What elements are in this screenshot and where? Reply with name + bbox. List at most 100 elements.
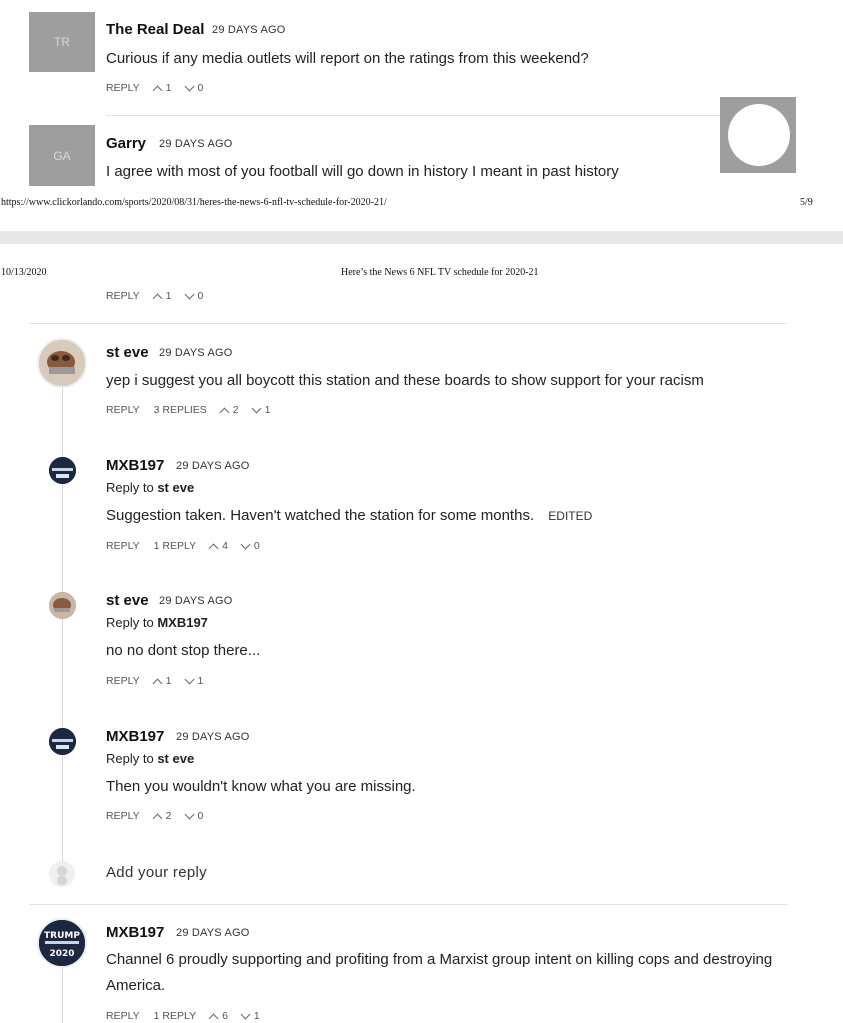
dog-photo-icon: [49, 592, 76, 619]
downvote-button[interactable]: 1: [184, 674, 204, 687]
comment-text: Then you wouldn't know what you are miss…: [106, 778, 416, 795]
user-avatar-placeholder[interactable]: [720, 97, 796, 173]
reply-to: Reply to st eve: [106, 480, 194, 495]
upvote-button[interactable]: 2: [152, 810, 172, 823]
trump-2020-badge-icon: [49, 457, 76, 484]
divider: [29, 323, 788, 324]
chevron-down-icon: [184, 809, 194, 819]
comment-time: 29 DAYS AGO: [212, 24, 286, 36]
comment-author[interactable]: Garry: [106, 135, 146, 152]
avatar-initials: GA: [53, 148, 71, 163]
comment-actions: REPLY 1 0: [106, 289, 204, 303]
downvote-count: 0: [197, 290, 204, 302]
upvote-count: 1: [165, 290, 172, 302]
upvote-count: 6: [222, 1010, 228, 1022]
reply-to-user[interactable]: st eve: [157, 480, 194, 495]
chevron-down-icon: [251, 403, 262, 413]
comment-author[interactable]: MXB197: [106, 457, 164, 474]
avatar[interactable]: TR: [29, 12, 95, 72]
downvote-count: 0: [253, 540, 260, 552]
divider: [29, 904, 788, 905]
comment-time: 29 DAYS AGO: [159, 347, 233, 359]
avatar[interactable]: [49, 728, 76, 755]
upvote-count: 2: [232, 404, 239, 416]
upvote-button[interactable]: 2: [219, 404, 239, 417]
upvote-count: 2: [165, 810, 172, 822]
upvote-button[interactable]: 1: [152, 290, 172, 303]
comment-author[interactable]: MXB197: [106, 924, 164, 941]
comment-time: 29 DAYS AGO: [159, 138, 233, 150]
chevron-up-icon: [219, 407, 230, 417]
downvote-count: 1: [264, 404, 271, 416]
reply-to: Reply to MXB197: [106, 615, 208, 630]
downvote-count: 0: [197, 810, 204, 822]
print-title: Here’s the News 6 NFL TV schedule for 20…: [341, 267, 539, 278]
replies-toggle[interactable]: 1 REPLY: [154, 1010, 196, 1022]
comment-text: yep i suggest you all boycott this stati…: [106, 372, 704, 389]
dog-photo-icon: [39, 340, 85, 386]
add-reply-input[interactable]: Add your reply: [106, 864, 207, 881]
replies-toggle[interactable]: 3 REPLIES: [154, 404, 207, 416]
reply-button[interactable]: REPLY: [106, 404, 140, 416]
downvote-button[interactable]: 1: [240, 1009, 260, 1022]
downvote-button[interactable]: 1: [251, 403, 271, 416]
avatar[interactable]: [37, 338, 87, 388]
downvote-button[interactable]: 0: [184, 81, 204, 94]
chevron-down-icon: [184, 289, 194, 299]
comment-author[interactable]: MXB197: [106, 728, 164, 745]
divider: [106, 115, 788, 116]
comment-time: 29 DAYS AGO: [159, 595, 233, 607]
comment-time: 29 DAYS AGO: [176, 460, 250, 472]
reply-to-user[interactable]: MXB197: [157, 615, 208, 630]
reply-to-prefix: Reply to: [106, 751, 154, 766]
reply-button[interactable]: REPLY: [106, 82, 140, 94]
trump-2020-badge-icon: TRUMP 2020: [39, 920, 85, 966]
comment-actions: REPLY 1 1: [106, 674, 204, 688]
upvote-button[interactable]: 6: [208, 1010, 228, 1023]
upvote-button[interactable]: 1: [152, 675, 172, 688]
downvote-count: 1: [197, 675, 204, 687]
upvote-count: 1: [165, 82, 172, 94]
upvote-count: 1: [165, 675, 172, 687]
user-placeholder-icon: [49, 861, 75, 887]
reply-button[interactable]: REPLY: [106, 1010, 140, 1022]
downvote-button[interactable]: 0: [184, 289, 204, 302]
downvote-button[interactable]: 0: [240, 539, 260, 552]
downvote-count: 0: [197, 82, 204, 94]
thread-line: [62, 968, 63, 1023]
comment-author[interactable]: st eve: [106, 592, 149, 609]
comment-text: Suggestion taken. Haven't watched the st…: [106, 507, 535, 524]
print-url: https://www.clickorlando.com/sports/2020…: [1, 197, 387, 208]
comment-actions: REPLY 1 0: [106, 81, 204, 95]
trump-2020-badge-icon: [49, 728, 76, 755]
edited-badge: EDITED: [548, 509, 593, 523]
upvote-button[interactable]: 1: [152, 82, 172, 95]
downvote-button[interactable]: 0: [184, 809, 204, 822]
chevron-up-icon: [208, 1013, 219, 1023]
downvote-count: 1: [253, 1010, 260, 1022]
reply-button[interactable]: REPLY: [106, 810, 140, 822]
chevron-down-icon: [184, 674, 194, 684]
reply-to-user[interactable]: st eve: [157, 751, 194, 766]
print-page-number: 5/9: [800, 197, 813, 208]
upvote-button[interactable]: 4: [208, 540, 228, 553]
avatar[interactable]: [49, 592, 76, 619]
comment-author[interactable]: st eve: [106, 344, 149, 361]
replies-toggle[interactable]: 1 REPLY: [154, 540, 196, 552]
print-date: 10/13/2020: [1, 267, 47, 278]
chevron-down-icon: [240, 1009, 251, 1019]
chevron-up-icon: [208, 543, 219, 553]
chevron-down-icon: [240, 539, 251, 549]
reply-button[interactable]: REPLY: [106, 540, 140, 552]
avatar-circle-icon: [728, 104, 790, 166]
avatar-badge-year: 2020: [49, 949, 74, 959]
avatar[interactable]: GA: [29, 125, 95, 186]
comment-text: I agree with most of you football will g…: [106, 163, 619, 180]
avatar[interactable]: [49, 457, 76, 484]
reply-button[interactable]: REPLY: [106, 675, 140, 687]
comment-author[interactable]: The Real Deal: [106, 21, 204, 38]
reply-to-prefix: Reply to: [106, 615, 154, 630]
reply-button[interactable]: REPLY: [106, 290, 140, 302]
chevron-up-icon: [152, 678, 163, 688]
avatar[interactable]: TRUMP 2020: [37, 918, 87, 968]
